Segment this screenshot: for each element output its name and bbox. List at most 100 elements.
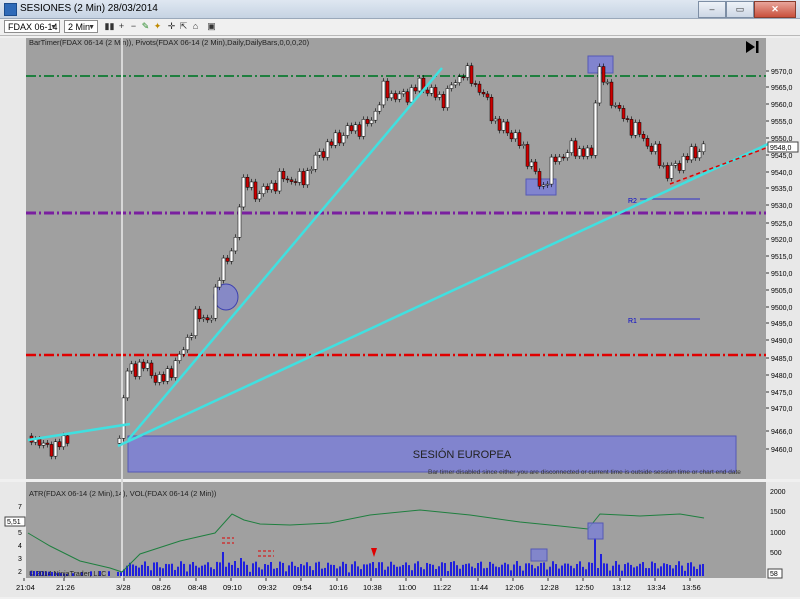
bar-type-icon[interactable]: ▮▮ <box>104 21 115 32</box>
maximize-button[interactable]: ▭ <box>726 1 754 18</box>
candle <box>181 349 186 355</box>
volume-bar <box>402 564 404 576</box>
volume-tick-label: 500 <box>770 550 782 557</box>
volume-bar <box>258 567 260 576</box>
volume-bar <box>609 570 611 576</box>
volume-bar <box>363 564 365 576</box>
time-tick-label: 12:50 <box>575 583 594 592</box>
price-tick-label: 9535,0 <box>771 186 793 193</box>
candle <box>481 92 486 95</box>
candle <box>525 144 530 167</box>
pencil-icon[interactable]: ✎ <box>140 21 151 32</box>
candle <box>385 80 390 99</box>
candle <box>417 77 422 92</box>
interval-selector[interactable]: 2 Min ▼ <box>64 20 98 33</box>
volume-bar <box>177 566 179 576</box>
volume-bar <box>666 564 668 576</box>
volume-bar <box>426 562 428 576</box>
candle <box>289 179 294 182</box>
window-controls: – ▭ ✕ <box>698 1 796 18</box>
candle <box>341 135 346 144</box>
candle <box>629 119 634 136</box>
chart-area[interactable]: BarTimer(FDAX 06-14 (2 Min)), Pivots(FDA… <box>0 36 800 597</box>
volume-bar <box>453 561 455 576</box>
candle <box>669 165 674 179</box>
candle <box>561 156 566 159</box>
volume-bar <box>465 563 467 576</box>
price-tick-label: 9460,0 <box>771 447 793 454</box>
volume-bar <box>276 568 278 576</box>
volume-bar <box>585 569 587 576</box>
candle <box>281 171 286 180</box>
candle <box>513 132 518 140</box>
time-tick-label: 08:48 <box>188 583 207 592</box>
volume-bar <box>471 566 473 576</box>
zoom-out-icon[interactable]: − <box>128 21 139 32</box>
volume-bar <box>210 567 212 576</box>
volume-bar <box>378 562 380 576</box>
chart-svg[interactable]: BarTimer(FDAX 06-14 (2 Min)), Pivots(FDA… <box>0 36 800 597</box>
volume-bar <box>420 567 422 576</box>
candle <box>681 155 686 171</box>
camera-icon[interactable]: ▣ <box>206 21 217 32</box>
properties-icon[interactable]: ✦ <box>152 21 163 32</box>
volume-bar <box>231 564 233 576</box>
volume-bar <box>597 567 599 576</box>
candle <box>49 444 54 457</box>
drawing-tools-icon[interactable]: ⇱ <box>178 21 189 32</box>
candle <box>237 206 242 238</box>
candle <box>333 132 338 146</box>
volume-bar <box>675 565 677 576</box>
candle <box>293 181 298 183</box>
candle <box>149 362 154 376</box>
chevron-down-icon: ▼ <box>50 24 57 31</box>
volume-bar <box>309 566 311 576</box>
candle <box>509 132 514 140</box>
volume-bar <box>552 561 554 576</box>
atr-tick-label: 5 <box>18 530 22 537</box>
volume-bar <box>273 568 275 576</box>
volume-bar <box>660 566 662 576</box>
volume-bar <box>450 562 452 576</box>
volume-tick-label: 1000 <box>770 530 786 537</box>
candle <box>489 96 494 122</box>
volume-bar <box>270 562 272 576</box>
candle <box>501 121 506 131</box>
candle <box>677 163 682 171</box>
volume-bar <box>372 562 374 576</box>
candle <box>625 118 630 120</box>
volume-bar <box>246 564 248 576</box>
instrument-selector[interactable]: FDAX 06-14 ▼ <box>4 20 60 33</box>
volume-bar <box>432 564 434 576</box>
close-button[interactable]: ✕ <box>754 1 796 18</box>
atr-tick-label: 3 <box>18 556 22 563</box>
volume-bar <box>147 566 149 576</box>
volume-bar <box>417 561 419 576</box>
candle <box>297 171 302 183</box>
volume-bar <box>630 564 632 576</box>
volume-bar <box>669 565 671 576</box>
volume-bar <box>567 563 569 576</box>
copyright-label: © 2014 NinjaTrader, LLC <box>29 570 106 578</box>
volume-bar <box>612 565 614 576</box>
candle <box>581 148 586 157</box>
volume-bar <box>198 567 200 576</box>
volume-bar <box>429 563 431 576</box>
volume-bar <box>546 569 548 576</box>
volume-bar <box>690 562 692 576</box>
candle <box>393 93 398 100</box>
volume-bar <box>252 563 254 576</box>
crosshair-icon[interactable]: ✛ <box>166 21 177 32</box>
volume-bar <box>492 563 494 576</box>
zoom-in-icon[interactable]: + <box>116 21 127 32</box>
volume-bar <box>678 561 680 576</box>
lower-left-margin <box>0 482 26 578</box>
minimize-button[interactable]: – <box>698 1 726 18</box>
candle <box>665 165 670 179</box>
price-tick-label: 9490,0 <box>771 338 793 345</box>
candle <box>573 140 578 157</box>
chart-trader-icon[interactable]: ⌂ <box>190 21 201 32</box>
candle <box>613 105 618 107</box>
volume-bar <box>279 561 281 576</box>
volume-bar <box>687 562 689 576</box>
